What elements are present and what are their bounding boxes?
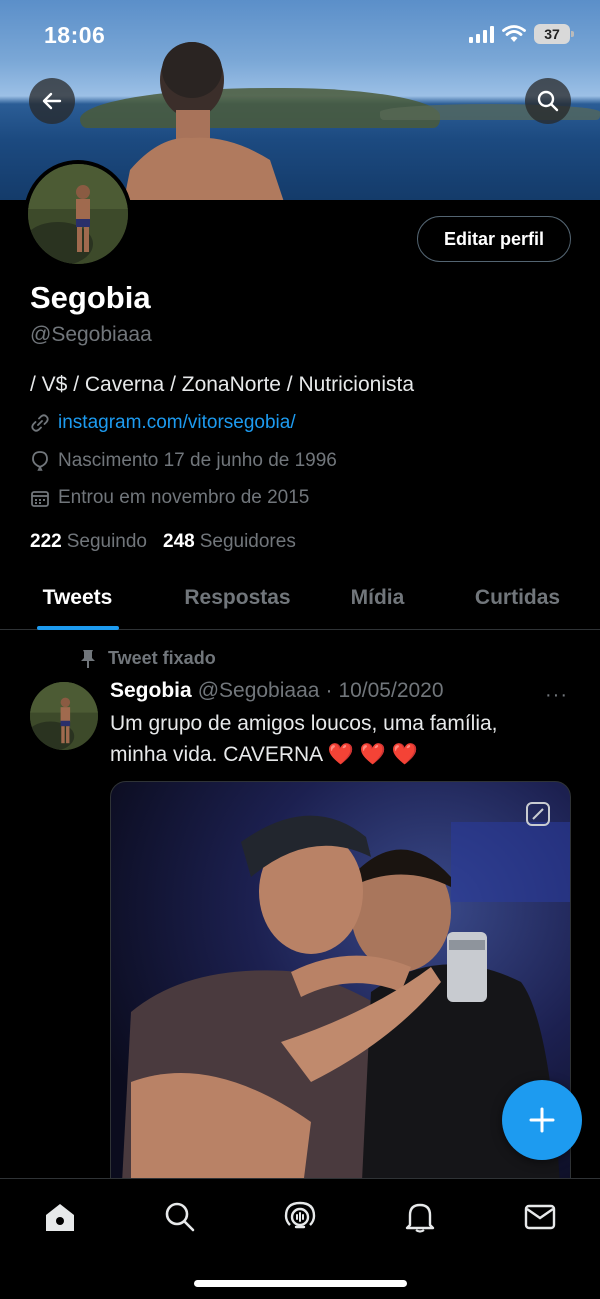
battery-level: 37 (544, 26, 560, 42)
tab-tweets-label: Tweets (42, 586, 113, 609)
wifi-icon (502, 25, 526, 42)
messages-icon (524, 1204, 556, 1230)
tab-curtidas-label: Curtidas (474, 586, 561, 609)
status-icons: 37 (469, 24, 574, 44)
tweet-media-image (121, 815, 570, 1200)
tab-tweets[interactable]: Tweets (0, 566, 155, 630)
search-button[interactable] (525, 78, 571, 124)
profile-link[interactable]: instagram.com/vitorsegobia/ (58, 412, 296, 434)
tab-midia[interactable]: Mídia (320, 566, 435, 630)
profile-joined: Entrou em novembro de 2015 (58, 487, 310, 508)
tweet-author-avatar[interactable] (30, 682, 98, 750)
tweet-author-name[interactable]: Segobia (110, 679, 192, 703)
back-arrow-icon (42, 92, 62, 110)
bottom-navigation (0, 1178, 600, 1299)
tweet-text: Um grupo de amigos loucos, uma família, … (110, 708, 560, 770)
plus-icon (529, 1107, 555, 1133)
search-icon (165, 1202, 195, 1232)
profile-avatar[interactable] (24, 160, 132, 268)
home-icon (46, 1204, 74, 1231)
following-link[interactable]: 222 Seguindo (30, 531, 147, 553)
search-icon (537, 90, 559, 112)
tweet-date[interactable]: 10/05/2020 (338, 679, 443, 703)
compose-tweet-button[interactable] (502, 1080, 582, 1160)
tweet-media[interactable] (110, 781, 571, 1201)
profile-tabs: Tweets Respostas Mídia Curtidas (0, 566, 600, 630)
balloon-icon (32, 451, 48, 471)
profile-handle: @Segobiaaa (30, 323, 152, 346)
followers-count: 248 (163, 531, 195, 552)
pinned-label-row: Tweet fixado (80, 648, 216, 669)
nav-notifications[interactable] (400, 1197, 440, 1237)
profile-joined-row: Entrou em novembro de 2015 (30, 487, 309, 509)
nav-search[interactable] (160, 1197, 200, 1237)
profile-birth-row: Nascimento 17 de junho de 1996 (30, 450, 337, 472)
spaces-icon (284, 1201, 316, 1229)
home-indicator (194, 1280, 407, 1287)
nav-home[interactable] (40, 1197, 80, 1237)
nav-spaces[interactable] (280, 1197, 320, 1237)
tweet-more-button[interactable]: ··· (545, 684, 568, 707)
following-count: 222 (30, 531, 62, 552)
status-bar: 18:06 37 (0, 0, 600, 70)
tab-midia-label: Mídia (350, 586, 405, 609)
profile-birth: Nascimento 17 de junho de 1996 (58, 450, 337, 471)
active-tab-indicator (36, 626, 119, 630)
tweet-hearts: ❤️ ❤️ ❤️ (327, 743, 418, 766)
avatar-image (28, 164, 128, 264)
pinned-label: Tweet fixado (108, 648, 216, 668)
status-time: 18:06 (44, 22, 106, 48)
profile-name: Segobia (30, 280, 151, 315)
tab-respostas[interactable]: Respostas (155, 566, 320, 630)
calendar-icon (31, 491, 49, 507)
back-button[interactable] (29, 78, 75, 124)
follow-stats: 222 Seguindo 248 Seguidores (30, 531, 296, 553)
signal-icon (469, 25, 494, 43)
following-label: Seguindo (66, 531, 147, 552)
battery-icon: 37 (534, 24, 574, 44)
tab-respostas-label: Respostas (184, 586, 291, 609)
followers-link[interactable]: 248 Seguidores (163, 531, 296, 553)
tweet-separator: · (325, 679, 333, 702)
edit-profile-button[interactable]: Editar perfil (417, 216, 571, 262)
tweet-author-handle: @Segobiaaa (197, 679, 320, 702)
tab-curtidas[interactable]: Curtidas (435, 566, 600, 630)
profile-bio: / V$ / Caverna / ZonaNorte / Nutricionis… (30, 373, 414, 396)
tweet-header: Segobia @Segobiaaa · 10/05/2020 (110, 679, 444, 703)
followers-label: Seguidores (199, 531, 296, 552)
pin-icon (81, 649, 95, 668)
notifications-icon (405, 1203, 435, 1233)
tweet-avatar-image (30, 682, 98, 750)
tweet-body: Um grupo de amigos loucos, uma família, … (110, 712, 498, 766)
profile-link-row[interactable]: instagram.com/vitorsegobia/ (30, 412, 296, 434)
gif-badge-icon (526, 802, 550, 826)
link-icon (31, 414, 49, 432)
nav-messages[interactable] (520, 1197, 560, 1237)
